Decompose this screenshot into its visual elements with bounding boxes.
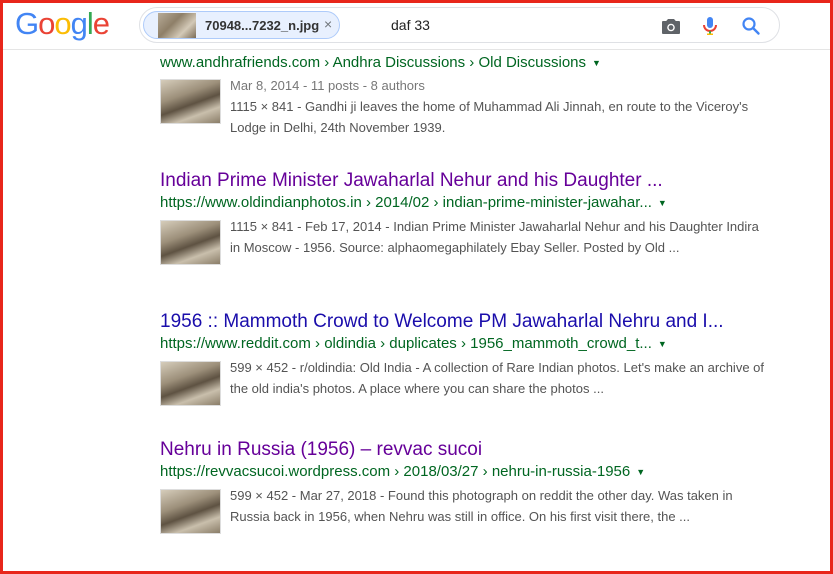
result-url[interactable]: www.andhrafriends.com › Andhra Discussio… [160,53,770,73]
result-snippet: Mar 8, 2014 - 11 posts - 8 authors 1115 … [230,75,770,138]
search-result: 1956 :: Mammoth Crowd to Welcome PM Jawa… [160,310,770,407]
image-query-filename: 70948...7232_n.jpg [205,18,320,33]
result-url[interactable]: https://www.oldindianphotos.in › 2014/02… [160,193,770,213]
close-icon[interactable]: × [324,16,332,32]
logo-letter: g [70,6,88,41]
result-thumbnail[interactable] [160,489,221,535]
result-thumbnail[interactable] [160,361,221,407]
chevron-down-icon[interactable]: ▼ [658,339,667,349]
chevron-down-icon[interactable]: ▼ [592,58,601,68]
result-title[interactable]: 1956 :: Mammoth Crowd to Welcome PM Jawa… [160,310,760,334]
search-result: Nehru in Russia (1956) – revvac sucoi ht… [160,438,770,535]
result-url-text[interactable]: www.andhrafriends.com › Andhra Discussio… [160,54,586,71]
search-header: Google 70948...7232_n.jpg × daf 33 [0,0,833,50]
logo-letter: e [92,6,110,41]
camera-icon[interactable] [659,14,683,38]
result-snippet: 599 × 452 - r/oldindia: Old India - A co… [230,360,764,397]
result-url-text[interactable]: https://www.reddit.com › oldindia › dupl… [160,335,652,352]
result-url-text[interactable]: https://www.oldindianphotos.in › 2014/02… [160,194,652,211]
result-url-text[interactable]: https://revvacsucoi.wordpress.com › 2018… [160,463,630,480]
logo-letter: G [15,6,39,41]
result-snippet: 599 × 452 - Mar 27, 2018 - Found this ph… [230,488,733,525]
result-thumbnail[interactable] [160,79,221,125]
search-icon[interactable] [739,14,763,38]
search-input[interactable]: daf 33 [391,17,430,33]
search-result: www.andhrafriends.com › Andhra Discussio… [160,53,770,138]
image-query-chip[interactable]: 70948...7232_n.jpg × [143,11,340,39]
search-result: Indian Prime Minister Jawaharlal Nehur a… [160,169,770,266]
google-logo[interactable]: Google [15,6,110,42]
logo-letter: o [54,6,71,41]
result-description: 1115 × 841 - Gandhi ji leaves the home o… [230,99,749,136]
result-title[interactable]: Nehru in Russia (1956) – revvac sucoi [160,438,760,462]
image-query-thumbnail [158,13,196,38]
logo-letter: o [38,6,55,41]
result-meta: Mar 8, 2014 - 11 posts - 8 authors [230,78,425,94]
result-url[interactable]: https://revvacsucoi.wordpress.com › 2018… [160,462,770,482]
result-thumbnail[interactable] [160,220,221,266]
result-title[interactable]: Indian Prime Minister Jawaharlal Nehur a… [160,169,760,193]
result-snippet: 1115 × 841 - Feb 17, 2014 - Indian Prime… [230,219,759,256]
chevron-down-icon[interactable]: ▼ [658,198,667,208]
search-box[interactable]: 70948...7232_n.jpg × daf 33 [139,7,780,43]
result-url[interactable]: https://www.reddit.com › oldindia › dupl… [160,334,770,354]
chevron-down-icon[interactable]: ▼ [636,467,645,477]
microphone-icon[interactable] [698,14,722,38]
